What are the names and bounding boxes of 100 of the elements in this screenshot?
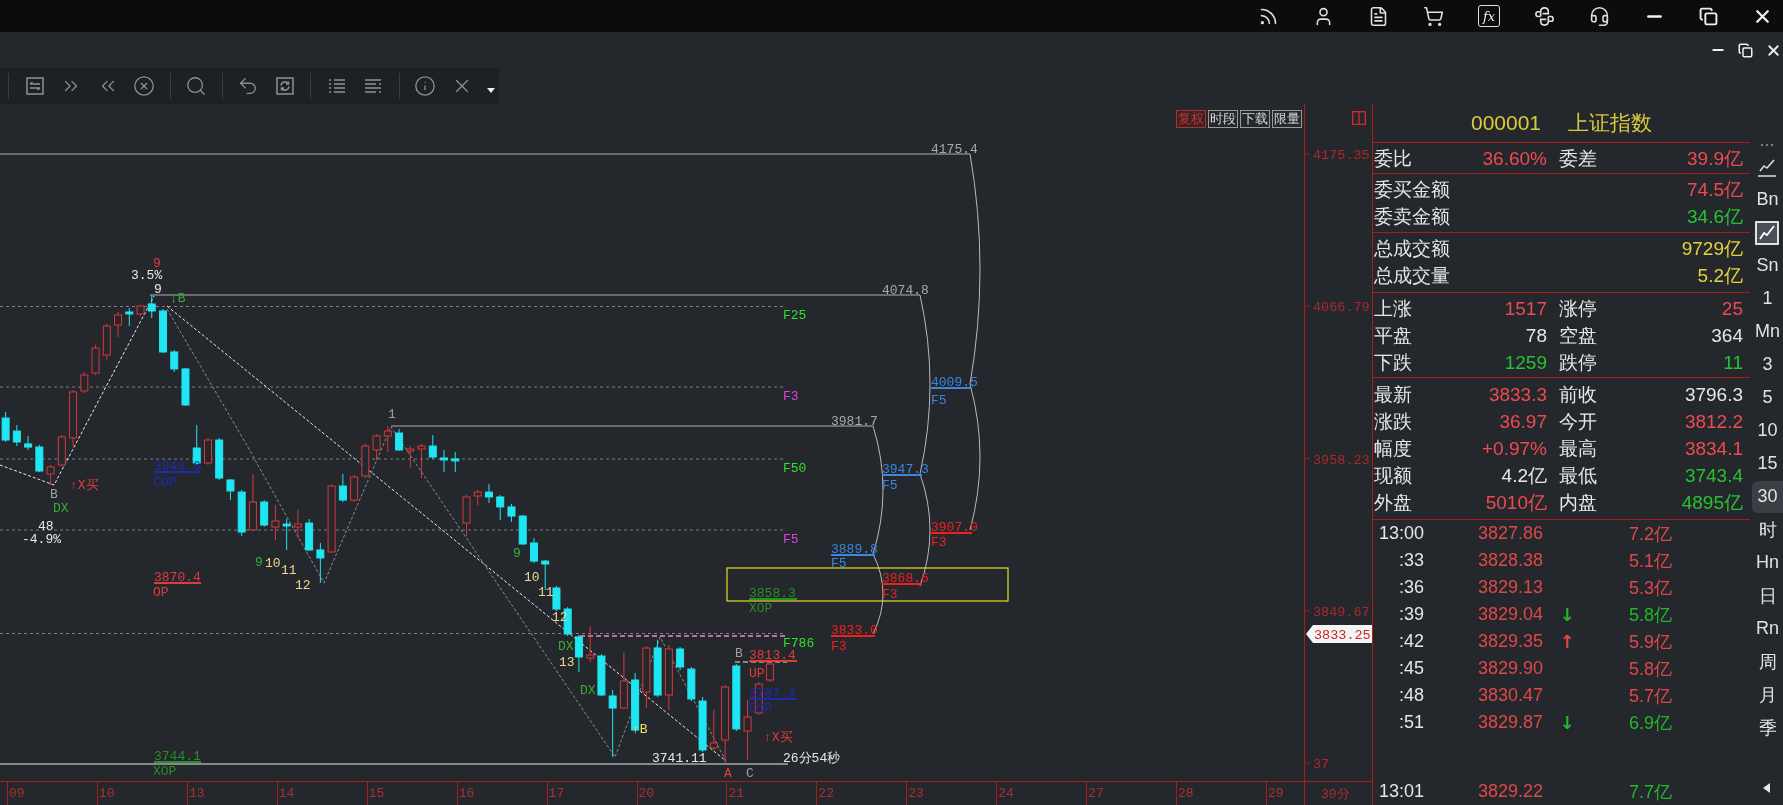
candle (574, 634, 583, 673)
price-level-label: 3947.3 (881, 461, 929, 477)
circle-x-icon[interactable] (133, 75, 155, 97)
candle (260, 499, 269, 528)
period-tab[interactable]: 月 (1752, 678, 1783, 711)
date-label: 21 (727, 786, 745, 801)
period-tab[interactable]: 15 (1752, 447, 1783, 480)
trend-arrow: ↓ (1559, 604, 1575, 625)
quote-label: 幅度 (1374, 436, 1413, 461)
panel-toggle-icon[interactable] (1352, 111, 1366, 125)
restore-icon[interactable] (1699, 6, 1718, 26)
period-tab[interactable]: 日 (1752, 579, 1783, 612)
dropdown-icon[interactable] (487, 88, 495, 94)
period-tab[interactable]: 5 (1752, 381, 1783, 414)
chart-option-button[interactable]: 限量 (1272, 110, 1302, 128)
price-axis-label: 4175.35 (1313, 148, 1370, 163)
period-tab[interactable]: Mn (1752, 315, 1783, 348)
tick-time: :39 (1398, 604, 1424, 625)
candle (496, 494, 505, 521)
chart-label: XOP (749, 600, 773, 616)
chart-label: ↑X买 (70, 477, 99, 493)
period-tab[interactable]: 30 (1752, 480, 1783, 513)
quote-value: 3796.3 (1684, 383, 1743, 406)
chart-label: 3981.7 (831, 413, 878, 429)
candle (485, 483, 493, 504)
chart-option-button[interactable]: 下载 (1240, 110, 1270, 128)
quote-label: 委卖金额 (1374, 204, 1451, 229)
period-tab[interactable]: 1 (1752, 282, 1783, 315)
candle (114, 311, 123, 338)
candle (383, 425, 392, 453)
period-label: 30分 (1320, 785, 1350, 803)
candle (709, 709, 718, 751)
quote-label: 下跌 (1374, 350, 1413, 375)
formula-button[interactable]: fx (1478, 5, 1500, 27)
quote-value: 3833.3 (1488, 383, 1547, 406)
candle (203, 437, 212, 466)
tick-time: :45 (1398, 658, 1424, 679)
document-icon[interactable] (1368, 5, 1389, 27)
chart-label: UP (749, 665, 765, 681)
period-tab[interactable]: Bn (1752, 183, 1783, 216)
candle (159, 308, 167, 354)
quote-value: 74.5亿 (1687, 177, 1743, 202)
chart-label: F3 (882, 586, 898, 602)
date-label: 13 (187, 786, 205, 801)
undo-icon[interactable] (237, 75, 259, 97)
date-label: 22 (817, 786, 834, 801)
quote-label: 涨跌 (1374, 409, 1413, 434)
candle (507, 503, 516, 523)
quote-label: 前收 (1559, 382, 1598, 407)
date-label: 27 (1087, 786, 1104, 801)
chart-label: OP (153, 584, 169, 600)
chart-label: XOP (153, 763, 177, 779)
date-label: 14 (277, 786, 295, 801)
candle (293, 509, 302, 539)
period-tab[interactable]: 10 (1752, 414, 1783, 447)
candle (35, 444, 44, 473)
candle (619, 651, 628, 710)
period-tab[interactable]: Sn (1752, 249, 1783, 282)
price-level-label: 3868.6 (881, 570, 929, 586)
candle (597, 653, 606, 697)
tick-time: :36 (1398, 577, 1424, 598)
chart-option-button[interactable]: 时段 (1208, 110, 1238, 128)
quote-label: 总成交量 (1374, 263, 1451, 288)
info-icon[interactable] (414, 75, 436, 97)
period-tab[interactable]: 周 (1752, 645, 1783, 678)
swap-icon[interactable] (23, 75, 46, 97)
chart-label: C (746, 765, 754, 781)
chart-label: 9 (255, 554, 263, 570)
chart-label: 10 (265, 555, 281, 571)
line-chart-icon[interactable] (1754, 220, 1779, 245)
quote-value: 3743.4 (1684, 464, 1743, 487)
collapse-icon[interactable] (1763, 783, 1770, 793)
period-tab[interactable]: Hn (1752, 546, 1783, 579)
candle (687, 666, 696, 702)
period-tab[interactable]: 3 (1752, 348, 1783, 381)
chart-label: F5 (831, 555, 847, 571)
quote-value: 78 (1525, 324, 1547, 347)
candle (698, 696, 707, 753)
quote-label: 最高 (1559, 436, 1598, 461)
period-tab[interactable]: 季 (1752, 711, 1783, 744)
quote-label: 内盘 (1559, 490, 1598, 515)
refresh-icon[interactable] (273, 75, 296, 97)
search-icon[interactable] (185, 75, 207, 97)
candle (305, 518, 314, 552)
restore-icon[interactable] (1738, 42, 1753, 58)
quote-value: 25 (1721, 297, 1743, 320)
quote-value: 36.60% (1482, 147, 1547, 170)
period-tab[interactable]: 时 (1752, 513, 1783, 546)
tick-volume: 6.9亿 (1628, 711, 1672, 735)
period-tab[interactable]: Rn (1752, 612, 1783, 645)
date-label: 09 (8, 786, 25, 801)
candle (428, 434, 437, 460)
chart-label: 3741.11 (652, 750, 707, 766)
candle (215, 437, 224, 481)
cart-icon[interactable] (1423, 5, 1444, 27)
chart-label: 11 (281, 562, 297, 578)
chart-label: A (724, 765, 732, 781)
headset-icon[interactable] (1589, 5, 1610, 27)
interlock-icon[interactable] (1534, 5, 1555, 27)
candle (766, 661, 775, 683)
